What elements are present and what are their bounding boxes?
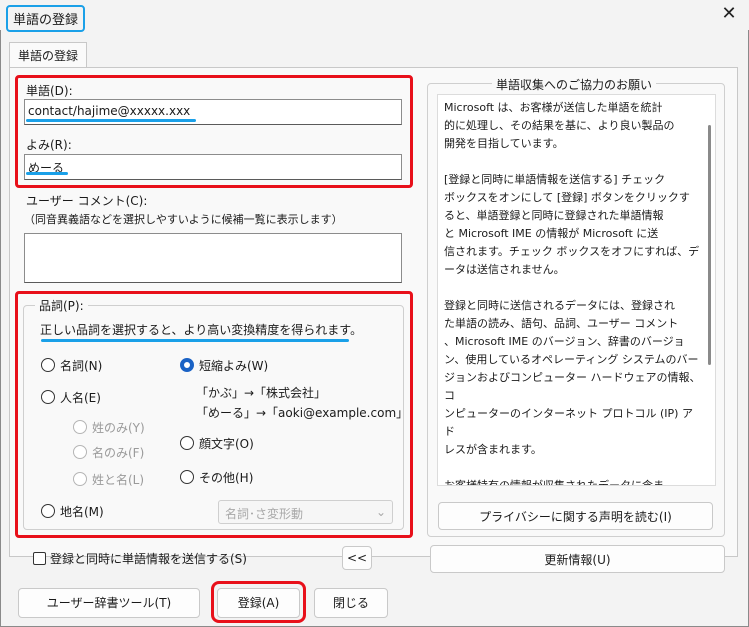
reading-input[interactable]: めーる <box>24 154 402 180</box>
chevron-down-icon: ⌄ <box>375 505 386 519</box>
comment-input[interactable] <box>24 233 402 283</box>
window-title: 単語の登録 <box>6 5 86 32</box>
radio-given-name-label: 名のみ(F) <box>92 446 145 460</box>
update-info-button[interactable]: 更新情報(U) <box>430 545 725 573</box>
radio-surname[interactable] <box>73 420 87 434</box>
send-info-label: 登録と同時に単語情報を送信する(S) <box>50 552 247 566</box>
comment-hint: （同音異義語などを選択しやすいように候補一覧に表示します） <box>24 213 343 226</box>
info-text-box[interactable]: Microsoft は、お客様が送信した単語を統計 的に処理し、その結果を基に、… <box>437 94 716 486</box>
info-title: 単語収集へのご協力のお願い <box>492 76 657 93</box>
reading-underline <box>26 172 68 175</box>
word-underline <box>26 119 196 122</box>
send-info-checkbox[interactable] <box>33 552 46 565</box>
word-label: 単語(D): <box>26 84 73 98</box>
radio-other-label: その他(H) <box>199 471 254 485</box>
radio-emoticon[interactable] <box>180 436 194 450</box>
radio-other[interactable] <box>180 470 194 484</box>
radio-person-label: 人名(E) <box>60 391 101 405</box>
radio-short-reading[interactable] <box>180 358 194 372</box>
radio-full-name[interactable] <box>73 472 87 486</box>
pos-description-underline <box>41 339 349 342</box>
short-reading-example-2: 「めーる」→「aoki@example.com」 <box>196 406 409 420</box>
comment-label: ユーザー コメント(C): <box>26 194 148 208</box>
radio-noun-label: 名詞(N) <box>60 359 103 373</box>
radio-surname-label: 姓のみ(Y) <box>92 421 145 435</box>
close-button[interactable]: 閉じる <box>314 588 388 618</box>
pos-subtype-dropdown[interactable]: 名詞･さ変形動 ⌄ <box>218 500 393 524</box>
pos-subtype-value: 名詞･さ変形動 <box>225 507 304 521</box>
user-dictionary-tool-button[interactable]: ユーザー辞書ツール(T) <box>18 588 200 618</box>
radio-noun[interactable] <box>41 358 55 372</box>
radio-place-label: 地名(M) <box>60 505 104 519</box>
radio-person[interactable] <box>41 390 55 404</box>
radio-given-name[interactable] <box>73 445 87 459</box>
close-icon[interactable]: ✕ <box>716 4 742 26</box>
register-button[interactable]: 登録(A) <box>217 588 300 618</box>
info-scrollbar-thumb[interactable] <box>708 125 711 365</box>
tab-word-register[interactable]: 単語の登録 <box>9 42 88 68</box>
pos-title: 品詞(P): <box>35 297 88 314</box>
radio-full-name-label: 姓と名(L) <box>92 473 145 487</box>
radio-emoticon-label: 顔文字(O) <box>199 437 254 451</box>
short-reading-example-1: 「かぶ」→「株式会社」 <box>196 386 327 400</box>
radio-short-reading-label: 短縮よみ(W) <box>199 359 269 373</box>
radio-place[interactable] <box>41 504 55 518</box>
privacy-statement-button[interactable]: プライバシーに関する声明を読む(I) <box>438 502 713 530</box>
collapse-button[interactable]: << <box>342 546 372 570</box>
info-text: Microsoft は、お客様が送信した単語を統計 的に処理し、その結果を基に、… <box>444 101 701 486</box>
title-bar <box>0 0 749 30</box>
reading-label: よみ(R): <box>26 138 72 152</box>
pos-description: 正しい品詞を選択すると、より高い変換精度を得られます。 <box>40 323 363 337</box>
